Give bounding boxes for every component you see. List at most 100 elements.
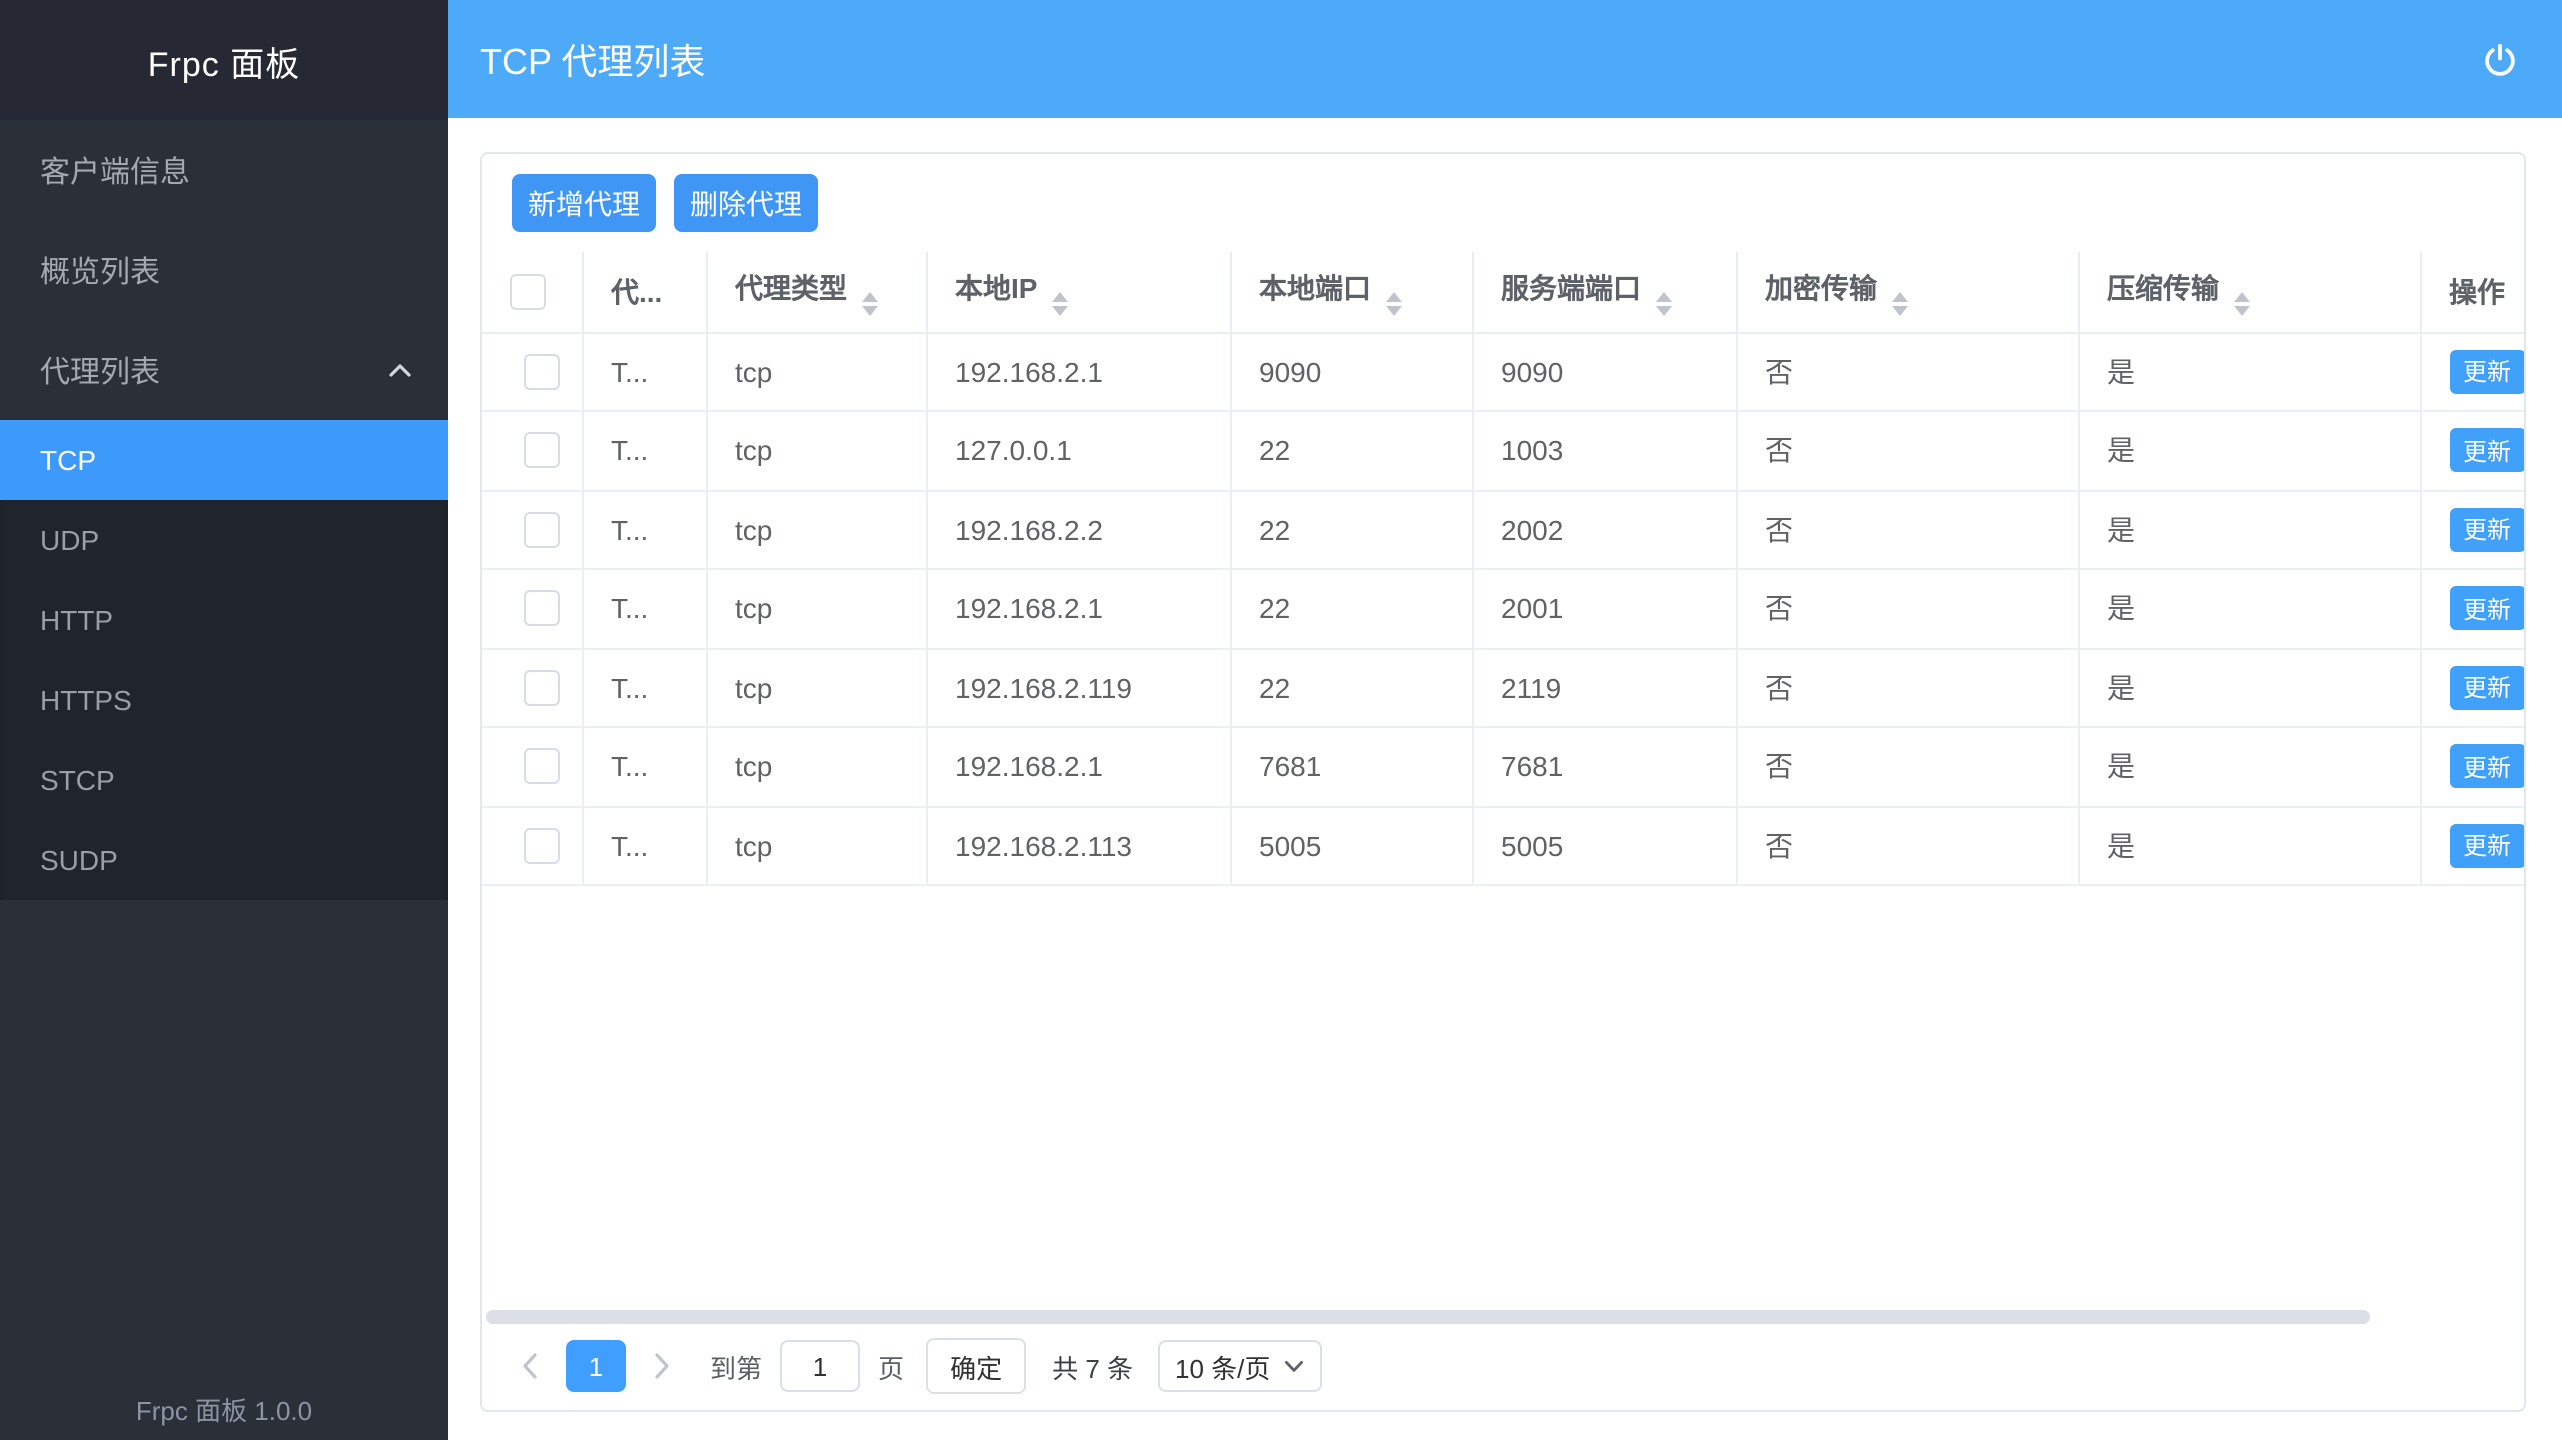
cell-local-port: 5005 <box>1230 806 1472 885</box>
proxy-list-card: 新增代理 删除代理 代...代理类型本地IP本地端口服务端端口加密传输压缩传输操… <box>480 152 2526 1412</box>
submenu-item-tcp[interactable]: TCP <box>0 420 448 500</box>
sort-caret[interactable] <box>1891 292 1907 316</box>
row-checkbox[interactable] <box>524 433 560 469</box>
cell-compression: 是 <box>2078 332 2420 411</box>
sort-caret[interactable] <box>1051 292 1067 316</box>
app-title: Frpc 面板 <box>0 0 448 120</box>
submenu-label: UDP <box>40 524 99 556</box>
cell-compression: 是 <box>2078 806 2420 885</box>
update-button[interactable]: 更新 <box>2449 429 2524 473</box>
row-select-cell <box>482 569 582 648</box>
cell-remote-port: 5005 <box>1472 806 1736 885</box>
submenu-label: TCP <box>40 444 96 476</box>
update-button[interactable]: 更新 <box>2449 587 2524 631</box>
submenu-item-http[interactable]: HTTP <box>0 580 448 660</box>
sidebar-item-client-info[interactable]: 客户端信息 <box>0 120 448 220</box>
cell-remote-port: 2119 <box>1472 648 1736 727</box>
page-size-select[interactable]: 10 条/页 <box>1157 1340 1322 1392</box>
row-checkbox[interactable] <box>524 749 560 785</box>
prev-page-button[interactable] <box>514 1352 546 1380</box>
update-button[interactable]: 更新 <box>2449 824 2524 868</box>
submenu-label: HTTPS <box>40 684 132 716</box>
submenu-item-sudp[interactable]: SUDP <box>0 820 448 900</box>
select-all-checkbox[interactable] <box>510 274 546 310</box>
cell-type: tcp <box>706 490 926 569</box>
sort-caret[interactable] <box>1655 292 1671 316</box>
cell-name: T... <box>582 806 706 885</box>
table-header-row: 代...代理类型本地IP本地端口服务端端口加密传输压缩传输操作 <box>482 252 2524 332</box>
cell-name: T... <box>582 411 706 490</box>
update-button[interactable]: 更新 <box>2449 508 2524 552</box>
row-checkbox[interactable] <box>524 512 560 548</box>
row-select-cell <box>482 806 582 885</box>
next-page-button[interactable] <box>646 1352 678 1380</box>
column-header-select[interactable] <box>482 252 582 332</box>
power-icon <box>2482 41 2518 77</box>
table-row: T...tcp192.168.2.1222001否是更新 <box>482 569 2524 648</box>
table-row: T...tcp127.0.0.1221003否是更新 <box>482 411 2524 490</box>
column-header-type[interactable]: 代理类型 <box>706 252 926 332</box>
cell-encryption: 否 <box>1736 490 2078 569</box>
row-checkbox[interactable] <box>524 354 560 390</box>
cell-name: T... <box>582 727 706 806</box>
submenu-item-https[interactable]: HTTPS <box>0 660 448 740</box>
chevron-down-icon <box>1284 1359 1304 1373</box>
sidebar-item-overview[interactable]: 概览列表 <box>0 220 448 320</box>
row-action-cell: 更新 <box>2420 332 2524 411</box>
column-label: 加密传输 <box>1765 272 1877 304</box>
cell-local-port: 22 <box>1230 569 1472 648</box>
topbar: TCP 代理列表 <box>448 0 2562 118</box>
sort-caret[interactable] <box>2233 292 2249 316</box>
column-header-remote_port[interactable]: 服务端端口 <box>1472 252 1736 332</box>
cell-name: T... <box>582 332 706 411</box>
cell-name: T... <box>582 569 706 648</box>
row-select-cell <box>482 490 582 569</box>
update-button[interactable]: 更新 <box>2449 745 2524 789</box>
row-select-cell <box>482 648 582 727</box>
delete-proxy-button[interactable]: 删除代理 <box>674 174 818 232</box>
sidebar-menu: 客户端信息 概览列表 代理列表 TCP UDP HTTP HTTPS STCPSUDP <box>0 120 448 900</box>
page-number-active[interactable]: 1 <box>566 1340 626 1392</box>
power-button[interactable] <box>2474 33 2526 85</box>
page-jump-input[interactable] <box>780 1340 860 1392</box>
column-header-encryption[interactable]: 加密传输 <box>1736 252 2078 332</box>
cell-local-port: 22 <box>1230 648 1472 727</box>
update-button[interactable]: 更新 <box>2449 666 2524 710</box>
cell-remote-port: 9090 <box>1472 332 1736 411</box>
column-label: 代... <box>611 276 662 308</box>
sidebar-item-proxy-list[interactable]: 代理列表 <box>0 320 448 420</box>
cell-remote-port: 7681 <box>1472 727 1736 806</box>
confirm-button[interactable]: 确定 <box>926 1338 1026 1394</box>
row-checkbox[interactable] <box>524 670 560 706</box>
update-button[interactable]: 更新 <box>2449 350 2524 394</box>
row-select-cell <box>482 411 582 490</box>
add-proxy-button[interactable]: 新增代理 <box>512 174 656 232</box>
submenu-item-stcp[interactable]: STCP <box>0 740 448 820</box>
cell-type: tcp <box>706 727 926 806</box>
column-header-compression[interactable]: 压缩传输 <box>2078 252 2420 332</box>
submenu-label: HTTP <box>40 604 113 636</box>
page-title: TCP 代理列表 <box>480 33 705 85</box>
column-header-local_port[interactable]: 本地端口 <box>1230 252 1472 332</box>
cell-encryption: 否 <box>1736 332 2078 411</box>
sort-caret[interactable] <box>1385 292 1401 316</box>
cell-type: tcp <box>706 648 926 727</box>
column-header-local_ip[interactable]: 本地IP <box>926 252 1230 332</box>
row-checkbox[interactable] <box>524 828 560 864</box>
cell-local-port: 7681 <box>1230 727 1472 806</box>
row-select-cell <box>482 332 582 411</box>
cell-remote-port: 1003 <box>1472 411 1736 490</box>
sort-caret[interactable] <box>861 292 877 316</box>
jump-prefix-label: 到第 <box>710 1347 762 1385</box>
submenu-item-udp[interactable]: UDP <box>0 500 448 580</box>
column-header-name: 代... <box>582 252 706 332</box>
table-row: T...tcp192.168.2.119222119否是更新 <box>482 648 2524 727</box>
table-row: T...tcp192.168.2.176817681否是更新 <box>482 727 2524 806</box>
cell-encryption: 否 <box>1736 569 2078 648</box>
cell-name: T... <box>582 648 706 727</box>
column-label: 服务端端口 <box>1501 272 1641 304</box>
cell-local-ip: 192.168.2.1 <box>926 569 1230 648</box>
cell-type: tcp <box>706 332 926 411</box>
row-checkbox[interactable] <box>524 591 560 627</box>
cell-local-port: 22 <box>1230 490 1472 569</box>
